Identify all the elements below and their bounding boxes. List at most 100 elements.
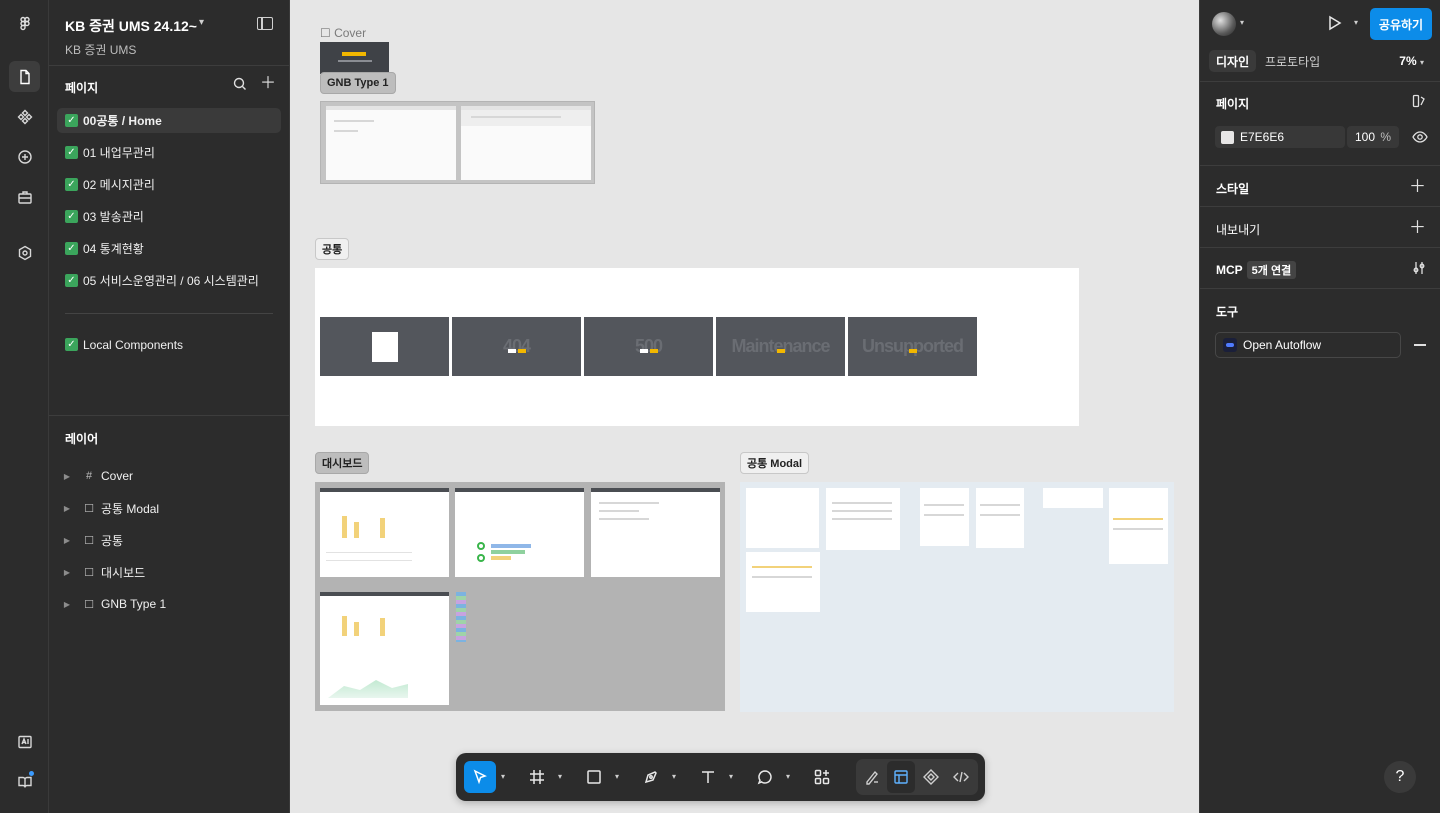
page-item-send[interactable]: ✓ 03 발송관리: [57, 204, 281, 229]
page-item-label: 04 통계현황: [83, 242, 144, 256]
toolbox-icon[interactable]: [9, 181, 40, 212]
modal-frame-4[interactable]: [976, 488, 1024, 548]
tab-design[interactable]: 디자인: [1209, 50, 1257, 72]
layer-row-common-modal[interactable]: ▶ ☐ 공통 Modal: [57, 496, 281, 520]
chevron-right-icon[interactable]: ▶: [57, 536, 77, 545]
dashboard-section[interactable]: [315, 482, 725, 711]
dashboard-frame-2[interactable]: [455, 488, 584, 577]
modal-frame-5[interactable]: [1043, 488, 1103, 508]
add-export-icon[interactable]: ＋: [1409, 219, 1426, 236]
mcp-settings-icon[interactable]: [1412, 261, 1426, 278]
chevron-down-icon[interactable]: ▾: [672, 772, 676, 781]
color-swatch[interactable]: [1221, 130, 1234, 144]
frame-tool-icon[interactable]: [521, 761, 553, 793]
chevron-down-icon[interactable]: ▾: [199, 17, 204, 28]
component-mode-icon[interactable]: [917, 761, 945, 793]
chevron-down-icon[interactable]: ▾: [501, 772, 505, 781]
page-opacity-field[interactable]: 100 %: [1347, 126, 1399, 148]
common-modal-section[interactable]: [740, 482, 1174, 712]
login-page-thumbnail[interactable]: [320, 317, 449, 376]
chevron-right-icon[interactable]: ▶: [57, 472, 77, 481]
page-item-stats[interactable]: ✓ 04 통계현황: [57, 236, 281, 261]
figma-menu-icon[interactable]: [9, 8, 40, 39]
cover-thumbnail[interactable]: [320, 42, 389, 74]
chevron-right-icon[interactable]: ▶: [57, 600, 77, 609]
layer-row-common[interactable]: ▶ ☐ 공통: [57, 528, 281, 552]
share-button[interactable]: 공유하기: [1370, 8, 1432, 40]
cover-frame-label[interactable]: ☐ Cover: [320, 26, 366, 40]
color-palette-strip[interactable]: [456, 592, 466, 642]
file-icon[interactable]: [9, 61, 40, 92]
page-item-local-components[interactable]: ✓ Local Components: [57, 332, 281, 357]
page-item-messages[interactable]: ✓ 02 메시지관리: [57, 172, 281, 197]
maintenance-thumbnail[interactable]: Maintenance: [716, 317, 845, 376]
chevron-right-icon[interactable]: ▶: [57, 504, 77, 513]
gnb-frame-1[interactable]: [326, 106, 456, 180]
design-mode-icon[interactable]: [887, 761, 915, 793]
dashboard-frame-4[interactable]: [320, 592, 449, 705]
chevron-down-icon: ▾: [1419, 58, 1424, 67]
page-styles-icon[interactable]: [1412, 94, 1426, 111]
chevron-down-icon[interactable]: ▾: [558, 772, 562, 781]
unsupported-thumbnail[interactable]: Unsupported: [848, 317, 977, 376]
gnb-section[interactable]: [320, 101, 595, 184]
error-404-thumbnail[interactable]: 404: [452, 317, 581, 376]
chevron-down-icon[interactable]: ▾: [1354, 18, 1358, 27]
rectangle-tool-icon[interactable]: [578, 761, 610, 793]
common-section-tag[interactable]: 공통: [315, 238, 350, 260]
visibility-eye-icon[interactable]: [1412, 130, 1428, 147]
plugin-open-autoflow[interactable]: Open Autoflow: [1215, 332, 1401, 358]
search-icon[interactable]: [233, 77, 247, 95]
dashboard-frame-1[interactable]: [320, 488, 449, 577]
layer-row-dashboard[interactable]: ▶ ☐ 대시보드: [57, 560, 281, 584]
modal-frame-6[interactable]: [1109, 488, 1168, 564]
modal-frame-2[interactable]: [826, 488, 900, 550]
pen-tool-icon[interactable]: [635, 761, 667, 793]
dashboard-frame-3[interactable]: [591, 488, 720, 577]
actions-tool-icon[interactable]: [806, 761, 838, 793]
text-tool-icon[interactable]: [692, 761, 724, 793]
chevron-down-icon[interactable]: ▾: [729, 772, 733, 781]
zoom-level[interactable]: 7% ▾: [1399, 54, 1424, 68]
comment-tool-icon[interactable]: [749, 761, 781, 793]
common-modal-section-tag[interactable]: 공통 Modal: [740, 452, 810, 474]
add-page-icon[interactable]: ＋: [260, 76, 276, 92]
gnb-section-tag[interactable]: GNB Type 1: [320, 72, 396, 94]
gnb-frame-2[interactable]: [461, 106, 591, 180]
assets-icon[interactable]: [9, 101, 40, 132]
layer-row-gnb[interactable]: ▶ ☐ GNB Type 1: [57, 592, 281, 616]
chevron-down-icon[interactable]: ▾: [786, 772, 790, 781]
add-circle-icon[interactable]: [9, 141, 40, 172]
move-tool-icon[interactable]: [464, 761, 496, 793]
plugin-hex-icon[interactable]: [9, 237, 40, 268]
dev-mode-icon[interactable]: [947, 761, 975, 793]
modal-frame-1[interactable]: [746, 488, 819, 548]
present-play-icon[interactable]: [1325, 14, 1343, 35]
design-canvas[interactable]: ☐ Cover GNB Type 1 공통 404 500 Maintenanc…: [290, 0, 1199, 813]
user-avatar[interactable]: [1212, 12, 1236, 36]
ai-icon[interactable]: [9, 726, 40, 757]
learn-book-icon[interactable]: [9, 766, 40, 797]
chevron-right-icon[interactable]: ▶: [57, 568, 77, 577]
common-section[interactable]: 404 500 Maintenance Unsupported: [315, 268, 1079, 426]
page-item-home[interactable]: ✓ 00공통 / Home: [57, 108, 281, 133]
sidebar-toggle-icon[interactable]: [257, 17, 273, 30]
dashboard-section-tag[interactable]: 대시보드: [315, 452, 370, 474]
modal-frame-3[interactable]: [920, 488, 969, 546]
page-item-label: 05 서비스운영관리 / 06 시스템관리: [83, 274, 259, 288]
chevron-down-icon[interactable]: ▾: [1240, 18, 1244, 27]
layer-row-cover[interactable]: ▶ # Cover: [57, 464, 281, 488]
remove-minus-icon[interactable]: [1414, 344, 1426, 346]
modal-frame-7[interactable]: [746, 552, 820, 612]
error-500-thumbnail[interactable]: 500: [584, 317, 713, 376]
help-button[interactable]: ?: [1384, 761, 1416, 793]
page-item-service-system[interactable]: ✓ 05 서비스운영관리 / 06 시스템관리: [57, 268, 281, 293]
tab-prototype[interactable]: 프로토타입: [1258, 50, 1327, 72]
page-item-my-work[interactable]: ✓ 01 내업무관리: [57, 140, 281, 165]
file-title[interactable]: KB 증권 UMS 24.12~: [65, 16, 197, 36]
add-style-icon[interactable]: ＋: [1409, 178, 1426, 195]
draw-mode-icon[interactable]: [858, 761, 886, 793]
project-name[interactable]: KB 증권 UMS: [65, 41, 136, 58]
chevron-down-icon[interactable]: ▾: [615, 772, 619, 781]
page-color-field[interactable]: E7E6E6: [1215, 126, 1345, 148]
